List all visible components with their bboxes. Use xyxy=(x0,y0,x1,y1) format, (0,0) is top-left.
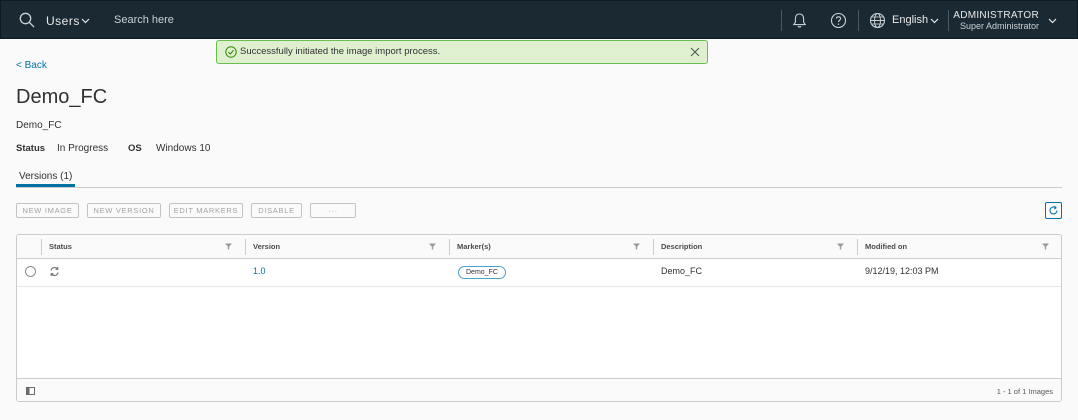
row-select-radio[interactable] xyxy=(25,266,36,277)
sync-icon xyxy=(50,267,59,276)
alert-message: Successfully initiated the image import … xyxy=(240,46,441,57)
column-separator[interactable] xyxy=(449,239,450,255)
tab-bar: Versions (1) xyxy=(16,167,1062,188)
header-divider xyxy=(948,10,949,31)
os-label: OS xyxy=(128,143,142,154)
header-divider xyxy=(858,10,859,31)
description-cell: Demo_FC xyxy=(661,266,703,276)
header-divider xyxy=(781,10,782,31)
refresh-button[interactable] xyxy=(1045,202,1062,219)
search-icon[interactable] xyxy=(19,12,35,28)
main-content: < Back Demo_FC Demo_FC Status In Progres… xyxy=(0,39,1078,420)
user-name[interactable]: ADMINISTRATOR xyxy=(953,10,1039,21)
disable-button[interactable]: DISABLE xyxy=(251,203,302,218)
refresh-icon xyxy=(1049,205,1058,215)
page-title: Demo_FC xyxy=(16,86,108,108)
filter-icon[interactable] xyxy=(429,243,436,250)
table-row: 1.0 Demo_FC Demo_FC 9/12/19, 12:03 PM xyxy=(17,259,1061,287)
top-header: Users English ADMINISTRATOR Super Admini… xyxy=(0,0,1078,39)
chevron-down-icon[interactable] xyxy=(1048,16,1057,25)
column-separator[interactable] xyxy=(653,239,654,255)
column-header-version[interactable]: Version xyxy=(253,242,280,251)
close-icon[interactable] xyxy=(689,46,701,58)
chevron-down-icon[interactable] xyxy=(81,16,90,25)
new-image-button[interactable]: NEW IMAGE xyxy=(16,203,79,218)
os-value: Windows 10 xyxy=(156,143,211,154)
filter-icon[interactable] xyxy=(633,243,640,250)
column-separator[interactable] xyxy=(245,239,246,255)
column-header-status[interactable]: Status xyxy=(49,242,72,251)
new-version-button[interactable]: NEW VERSION xyxy=(87,203,161,218)
marker-badge: Demo_FC xyxy=(458,266,506,279)
user-role[interactable]: Super Administrator xyxy=(960,21,1039,31)
help-icon[interactable] xyxy=(830,12,847,29)
status-value: In Progress xyxy=(57,143,109,154)
context-selector-label[interactable]: Users xyxy=(46,14,80,28)
version-link[interactable]: 1.0 xyxy=(253,266,266,276)
column-header-markers[interactable]: Marker(s) xyxy=(457,242,491,251)
grid-footer: 1 - 1 of 1 Images xyxy=(17,378,1061,401)
check-circle-icon xyxy=(225,46,237,58)
pagination-label: 1 - 1 of 1 Images xyxy=(996,387,1053,396)
success-alert: Successfully initiated the image import … xyxy=(216,40,708,64)
search-input[interactable] xyxy=(107,10,407,30)
more-actions-button[interactable]: ··· xyxy=(310,203,356,218)
bell-icon[interactable] xyxy=(791,12,808,29)
tab-versions[interactable]: Versions (1) xyxy=(16,167,76,187)
filter-icon[interactable] xyxy=(837,243,844,250)
column-separator xyxy=(41,239,42,255)
column-header-modified-on[interactable]: Modified on xyxy=(865,242,907,251)
filter-icon[interactable] xyxy=(225,243,232,250)
column-header-description[interactable]: Description xyxy=(661,242,702,251)
modified-on-cell: 9/12/19, 12:03 PM xyxy=(865,266,939,276)
column-separator[interactable] xyxy=(857,239,858,255)
column-toggle-icon[interactable] xyxy=(26,387,35,395)
page-subtitle: Demo_FC xyxy=(16,120,62,131)
versions-grid: Status Version Marker(s) Description Mod… xyxy=(16,234,1062,402)
edit-markers-button[interactable]: EDIT MARKERS xyxy=(169,203,243,218)
back-link[interactable]: < Back xyxy=(16,60,47,71)
status-label: Status xyxy=(16,143,46,154)
grid-header: Status Version Marker(s) Description Mod… xyxy=(17,235,1061,259)
chevron-down-icon[interactable] xyxy=(930,16,939,25)
filter-icon[interactable] xyxy=(1042,243,1049,250)
language-selector[interactable]: English xyxy=(892,14,928,26)
globe-icon[interactable] xyxy=(869,12,886,29)
